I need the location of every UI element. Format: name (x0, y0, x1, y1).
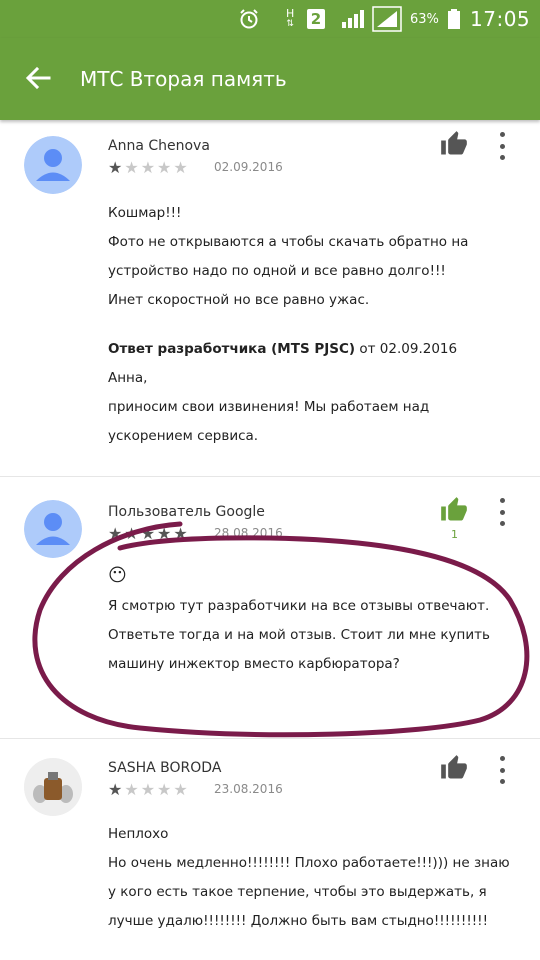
network-type-indicator: H ⇅ (286, 7, 295, 29)
review-author: Anna Chenova (108, 138, 210, 154)
star-icon: ★ (124, 524, 139, 543)
star-icon: ★ (157, 780, 172, 799)
sim-indicator: 2 (307, 0, 325, 38)
avatar (24, 758, 82, 816)
star-icon: ★ (173, 524, 188, 543)
review-text: Неплохо Но очень медленно!!!!!!!! Плохо … (108, 826, 510, 929)
more-options-button[interactable] (494, 498, 510, 526)
star-icon: ★ (140, 524, 156, 543)
review-author: SASHA BORODA (108, 760, 222, 776)
more-vert-icon (499, 132, 505, 137)
star-rating: ★ ★ ★ ★ ★ (108, 160, 190, 176)
star-icon: ★ (108, 780, 123, 799)
thumbs-up-icon (441, 755, 467, 779)
signal-icon (340, 0, 370, 38)
developer-reply-date: от 02.09.2016 (359, 341, 458, 357)
developer-reply-label: Ответ разработчика (MTS PJSC) (108, 341, 356, 357)
battery-icon (447, 0, 461, 38)
like-button[interactable] (440, 754, 470, 784)
alarm-icon (238, 0, 260, 38)
star-icon: ★ (140, 158, 156, 177)
review-date: 23.08.2016 (214, 782, 283, 796)
avatar (24, 136, 82, 194)
sim-number: 2 (307, 9, 325, 29)
star-icon: ★ (108, 524, 123, 543)
arrow-back-icon (25, 66, 51, 90)
avatar (24, 500, 82, 558)
back-button[interactable] (20, 60, 56, 96)
star-icon: ★ (140, 780, 156, 799)
clock: 17:05 (470, 7, 531, 31)
star-icon: ★ (124, 780, 139, 799)
thumbs-up-icon (441, 131, 467, 155)
divider (0, 476, 540, 477)
star-icon: ★ (173, 780, 188, 799)
more-options-button[interactable] (494, 132, 510, 160)
network-type-label: H (286, 7, 295, 20)
more-options-button[interactable] (494, 756, 510, 784)
more-vert-icon (499, 498, 505, 503)
review-text: Кошмар!!! Фото не открываются а чтобы ск… (108, 205, 469, 308)
review-date: 28.08.2016 (214, 526, 283, 540)
status-bar: H ⇅ 2 63% 17:05 (0, 0, 540, 38)
thumbs-up-icon (441, 497, 467, 521)
developer-reply: Ответ разработчика (MTS PJSC) от 02.09.2… (108, 335, 518, 451)
star-rating: ★ ★ ★ ★ ★ (108, 782, 190, 798)
review-author: Пользователь Google (108, 504, 265, 520)
star-icon: ★ (108, 158, 123, 177)
star-icon: ★ (157, 524, 172, 543)
like-button[interactable] (440, 130, 470, 160)
signal-box-icon (372, 0, 402, 38)
developer-reply-text: Анна, приносим свои извинения! Мы работа… (108, 370, 430, 444)
page-title: МТС Вторая память (80, 67, 287, 91)
like-count: 1 (451, 528, 458, 541)
star-icon: ★ (157, 158, 172, 177)
review-date: 02.09.2016 (214, 160, 283, 174)
like-button[interactable] (440, 496, 470, 526)
review-emoji: 😶 (108, 565, 127, 586)
divider (0, 738, 540, 739)
star-rating: ★ ★ ★ ★ ★ (108, 526, 190, 542)
battery-percent: 63% (410, 11, 439, 27)
review-text: Я смотрю тут разработчики на все отзывы … (108, 598, 490, 672)
star-icon: ★ (124, 158, 139, 177)
more-vert-icon (499, 756, 505, 761)
app-bar: МТС Вторая память (0, 38, 540, 120)
star-icon: ★ (173, 158, 188, 177)
